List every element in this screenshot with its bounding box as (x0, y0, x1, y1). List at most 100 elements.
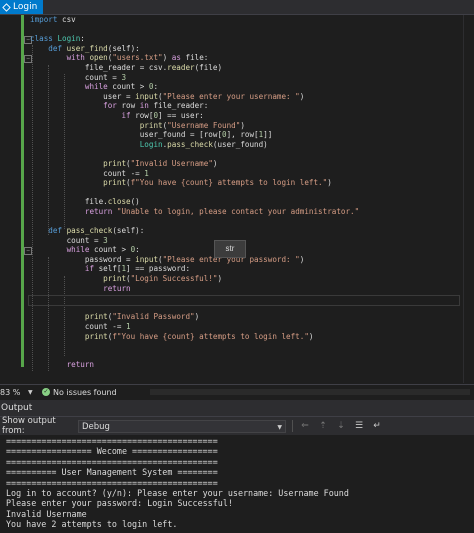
check-circle-icon: ✓ (42, 388, 50, 396)
code-line[interactable]: print(f"You have {count} attempts to log… (30, 332, 359, 342)
code-token: return (66, 360, 95, 370)
code-line[interactable]: print("Login Successful!") (30, 274, 359, 284)
code-token: count -= (30, 322, 127, 331)
code-line[interactable]: password = input("Please enter your pass… (30, 255, 359, 265)
code-line[interactable]: count -= 1 (30, 169, 359, 179)
code-token: import (30, 15, 58, 24)
code-line[interactable]: if self[1] == password: (30, 264, 359, 274)
code-line[interactable]: with open("users.txt") as file: (30, 53, 359, 63)
code-token: self[ (94, 264, 122, 274)
code-token: print (103, 274, 127, 284)
code-line[interactable] (30, 25, 359, 35)
word-wrap-icon[interactable]: ↵ (371, 420, 383, 432)
code-line[interactable]: print("Invalid Username") (30, 159, 359, 169)
code-line[interactable]: for row in file_reader: (30, 101, 359, 111)
code-line[interactable] (30, 188, 359, 198)
code-token: "Invalid Username" (130, 158, 213, 168)
document-tab-title: Login (13, 2, 38, 12)
code-line[interactable]: count -= 1 (30, 322, 359, 332)
code-line[interactable]: file_reader = csv.reader(file) (30, 63, 359, 73)
editor-vertical-scrollbar[interactable] (463, 15, 474, 383)
zoom-level[interactable]: 83 % (0, 388, 28, 397)
code-line[interactable]: Login.pass_check(user_found) (30, 140, 359, 150)
code-line[interactable] (30, 303, 359, 313)
previous-message-icon[interactable]: ⇡ (317, 420, 329, 432)
next-message-icon[interactable]: ⇣ (335, 420, 347, 432)
code-token: count -= (30, 168, 145, 178)
code-text[interactable]: import csv class Login: def user_find(sel… (30, 15, 359, 370)
code-line[interactable]: user = input("Please enter your username… (30, 92, 359, 102)
code-token: ) (212, 158, 218, 168)
code-token: "Username Found" (167, 120, 241, 130)
issues-text: No issues found (53, 387, 117, 397)
code-token: : (153, 82, 159, 92)
code-line[interactable]: if row[0] == user: (30, 111, 359, 121)
code-line[interactable] (30, 351, 359, 361)
code-line[interactable]: file.close() (30, 197, 359, 207)
find-message-icon[interactable]: ⇐ (299, 420, 311, 432)
code-token: while (84, 82, 108, 92)
code-token: reader (167, 62, 195, 72)
code-line[interactable]: return "Unable to login, please contact … (30, 207, 359, 217)
code-line[interactable] (30, 149, 359, 159)
editor-horizontal-scrollbar[interactable] (150, 389, 470, 395)
code-token: with (66, 53, 85, 63)
code-token: Login (139, 139, 163, 149)
code-line[interactable]: print(f"You have {count} attempts to log… (30, 178, 359, 188)
code-editor[interactable]: − − − import csv class Login: def user_fi… (0, 15, 474, 383)
code-line[interactable]: import csv (30, 15, 359, 25)
code-line[interactable]: class Login: (30, 34, 359, 44)
code-token: return (84, 206, 113, 216)
code-line[interactable]: def pass_check(self): (30, 226, 359, 236)
output-line: ========== User Management System ======… (6, 467, 218, 478)
code-token: ] == password: (126, 264, 191, 274)
code-token: as (171, 53, 181, 63)
code-token: close (107, 197, 131, 207)
output-source-select[interactable]: Debug ▼ (78, 419, 286, 433)
code-token: print (139, 120, 163, 130)
code-token: ) (194, 312, 200, 322)
code-line[interactable] (30, 341, 359, 351)
document-tab[interactable]: Login (0, 0, 44, 14)
python-file-icon (2, 2, 11, 12)
code-token: ) (308, 331, 314, 341)
code-line[interactable]: while count > 0: (30, 245, 359, 255)
code-line[interactable]: print("Invalid Password") (30, 312, 359, 322)
code-token: "Login Successful!" (130, 274, 218, 284)
code-token: file. (30, 197, 108, 207)
code-line[interactable]: print("Username Found") (30, 121, 359, 131)
code-token: file_reader: (148, 101, 209, 111)
code-line[interactable]: count = 3 (30, 73, 359, 83)
code-line[interactable]: return (30, 284, 359, 294)
clear-all-icon[interactable]: ☰ (353, 420, 365, 432)
code-line[interactable]: def user_find(self): (30, 44, 359, 54)
output-source-value: Debug (82, 421, 110, 432)
output-text[interactable]: ========================================… (0, 436, 474, 533)
output-line: ========================================… (6, 436, 218, 446)
code-line[interactable] (30, 216, 359, 226)
code-token: user_found = [row[ (30, 130, 223, 140)
output-line: ========================================… (6, 456, 218, 467)
code-token: "Invalid Password" (112, 312, 195, 322)
zoom-dropdown-chevron-icon[interactable]: ▼ (28, 389, 42, 396)
code-line[interactable] (30, 293, 359, 303)
code-line[interactable]: while count > 0: (30, 82, 359, 92)
show-output-from-label: Show output from: (2, 416, 56, 436)
code-line[interactable]: return (30, 360, 359, 370)
code-token: open (89, 53, 108, 63)
code-line[interactable]: count = 3 (30, 236, 359, 246)
chevron-down-icon: ▼ (277, 423, 282, 431)
code-token: : (80, 34, 85, 44)
code-token: f"You have {count} attempts to login lef… (112, 331, 309, 341)
issues-indicator[interactable]: ✓ No issues found (42, 388, 117, 397)
code-line[interactable]: user_found = [row[0], row[1]] (30, 130, 359, 140)
